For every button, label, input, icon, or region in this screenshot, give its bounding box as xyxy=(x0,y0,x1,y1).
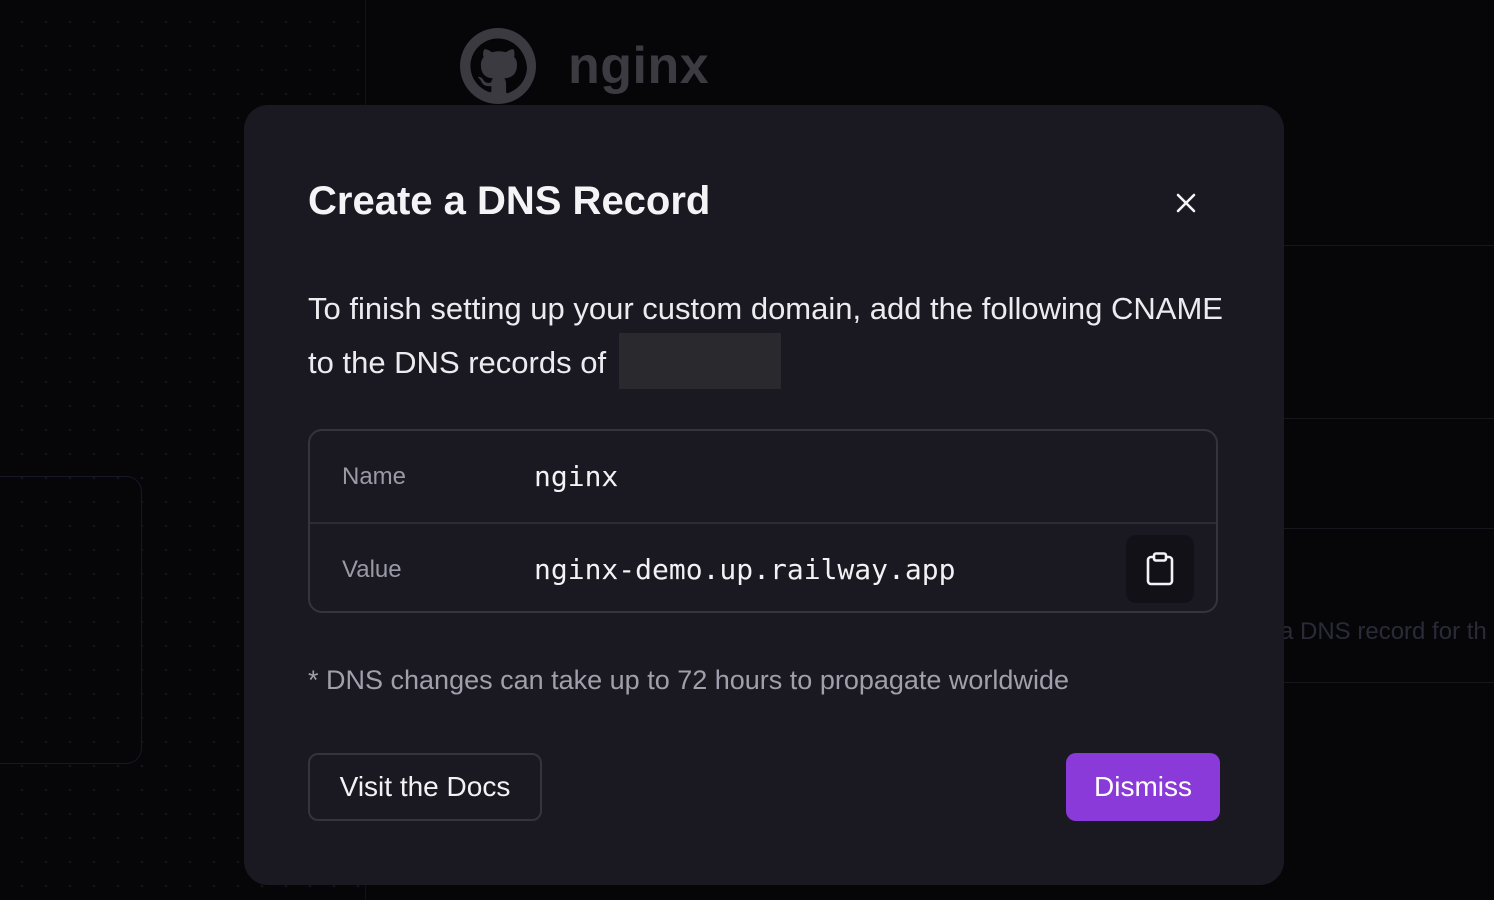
close-icon xyxy=(1176,193,1196,213)
record-row-value: Value nginx-demo.up.railway.app xyxy=(310,522,1216,615)
propagation-note: * DNS changes can take up to 72 hours to… xyxy=(308,665,1069,695)
record-row-name: Name nginx xyxy=(310,431,1216,522)
name-label: Name xyxy=(342,462,407,490)
modal-title: Create a DNS Record xyxy=(308,179,711,223)
project-header: nginx xyxy=(460,28,709,104)
modal-description: To finish setting up your custom domain,… xyxy=(308,285,1228,389)
copy-button[interactable] xyxy=(1126,535,1194,603)
close-button[interactable] xyxy=(1166,183,1206,223)
dns-record-table: Name nginx Value nginx-demo.up.railway.a… xyxy=(308,429,1218,613)
name-value[interactable]: nginx xyxy=(534,460,618,493)
divider xyxy=(1284,418,1494,419)
dns-record-modal: Create a DNS Record To finish setting up… xyxy=(244,105,1284,885)
divider xyxy=(1284,528,1494,529)
visit-docs-button[interactable]: Visit the Docs xyxy=(308,753,542,821)
value-value[interactable]: nginx-demo.up.railway.app xyxy=(534,553,955,586)
github-icon xyxy=(460,28,536,104)
redacted-domain xyxy=(618,333,781,389)
divider xyxy=(1284,682,1494,683)
background-service-card xyxy=(0,476,142,764)
background-partial-text: a DNS record for th xyxy=(1280,618,1487,645)
project-title: nginx xyxy=(568,37,710,95)
dismiss-button[interactable]: Dismiss xyxy=(1066,753,1220,821)
value-label: Value xyxy=(342,555,402,583)
divider xyxy=(1284,245,1494,246)
clipboard-icon xyxy=(1146,552,1174,586)
